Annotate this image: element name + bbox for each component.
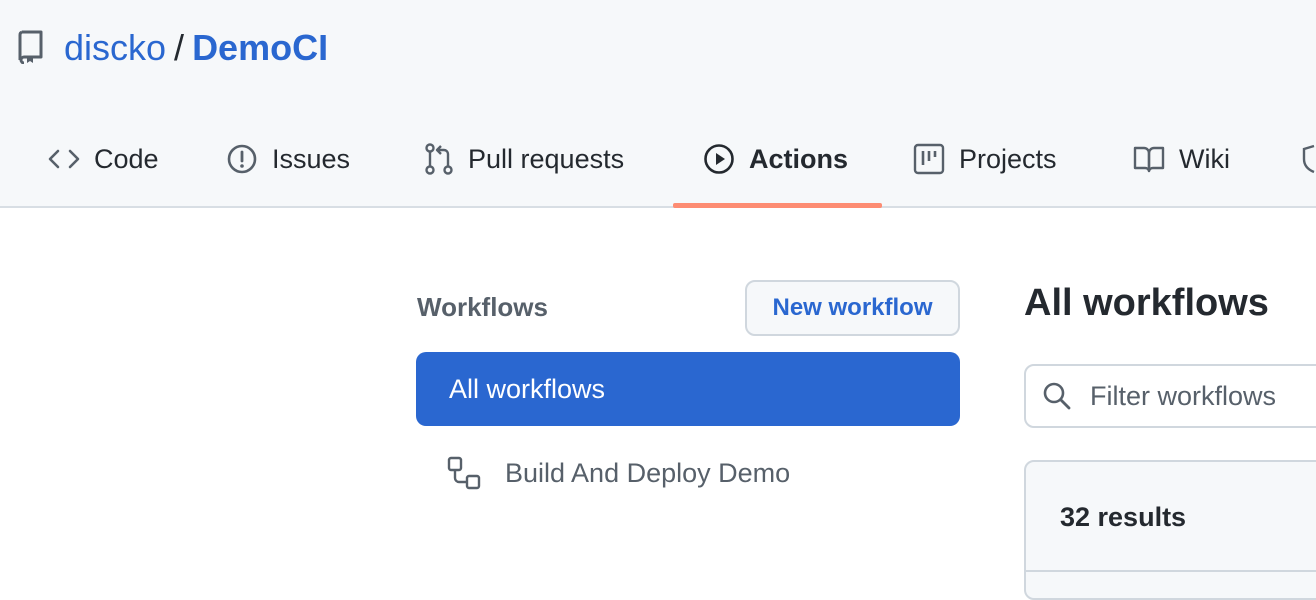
filter-box bbox=[1024, 364, 1316, 428]
repo-icon bbox=[18, 30, 48, 66]
code-icon bbox=[48, 149, 80, 169]
repo-owner-link[interactable]: discko bbox=[64, 27, 166, 69]
sidebar-title: Workflows bbox=[417, 292, 548, 322]
tab-wiki[interactable]: Wiki bbox=[1133, 128, 1230, 190]
results-count: 32 results bbox=[1060, 502, 1187, 532]
sidebar-item-label: All workflows bbox=[449, 373, 606, 404]
book-icon bbox=[1133, 146, 1165, 173]
results-panel: 32 results bbox=[1024, 460, 1316, 600]
tab-projects[interactable]: Projects bbox=[913, 128, 1057, 190]
tab-label: Actions bbox=[749, 143, 849, 174]
workflow-icon bbox=[447, 456, 481, 490]
tab-label: Code bbox=[94, 143, 159, 174]
results-divider bbox=[1026, 570, 1316, 572]
tab-code[interactable]: Code bbox=[48, 128, 159, 190]
tab-label: Pull requests bbox=[468, 143, 625, 174]
repo-separator: / bbox=[174, 27, 185, 68]
sidebar-item-build-and-deploy-demo[interactable]: Build And Deploy Demo bbox=[447, 452, 790, 494]
tab-issues[interactable]: Issues bbox=[226, 128, 350, 190]
tab-actions[interactable]: Actions bbox=[703, 128, 848, 190]
project-icon bbox=[913, 143, 945, 175]
tab-label: Projects bbox=[959, 143, 1057, 174]
new-workflow-button[interactable]: New workflow bbox=[745, 280, 960, 336]
repo-tabs: Code Issues Pull requests Actions Projec… bbox=[0, 128, 1316, 208]
repo-title: discko / DemoCI bbox=[18, 26, 328, 70]
sidebar-item-label: Build And Deploy Demo bbox=[505, 457, 791, 488]
issue-opened-icon bbox=[227, 144, 257, 174]
tab-label: Issues bbox=[272, 143, 351, 174]
page-title: All workflows bbox=[1024, 282, 1269, 324]
tab-security[interactable] bbox=[1300, 128, 1316, 190]
tab-label: Wiki bbox=[1179, 143, 1230, 174]
search-icon bbox=[1043, 382, 1071, 410]
tab-pull-requests[interactable]: Pull requests bbox=[424, 128, 624, 190]
sidebar-item-all-workflows[interactable]: All workflows bbox=[416, 352, 960, 426]
active-tab-underline bbox=[673, 203, 882, 208]
shield-icon bbox=[1302, 144, 1315, 174]
pull-request-icon bbox=[425, 143, 453, 175]
play-icon bbox=[704, 144, 734, 174]
repo-name-link[interactable]: DemoCI bbox=[192, 27, 328, 69]
repo-header: discko / DemoCI Code Issues Pull request… bbox=[0, 0, 1316, 208]
filter-workflows-input[interactable] bbox=[1090, 380, 1316, 412]
